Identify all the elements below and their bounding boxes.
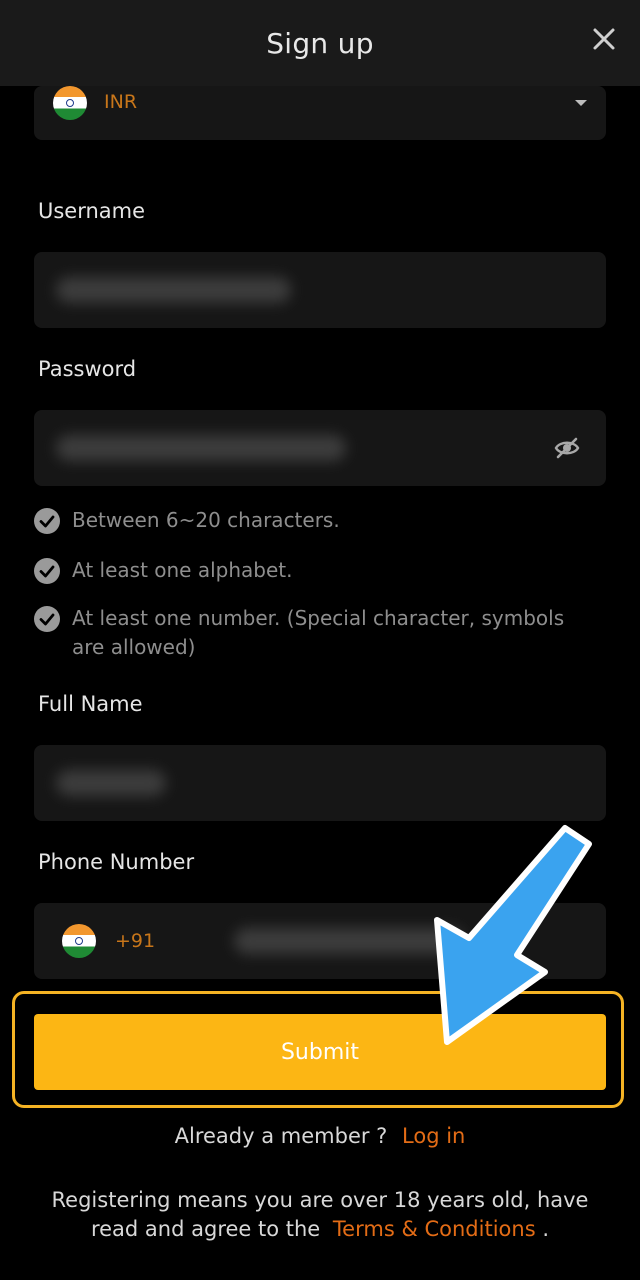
dropdown-caret-icon: [575, 100, 587, 106]
redacted-username: [56, 277, 291, 303]
india-flag-icon: [53, 86, 87, 120]
password-input[interactable]: [34, 410, 606, 486]
requirement-number: At least one number. (Special character,…: [34, 604, 572, 662]
full-name-input[interactable]: [34, 745, 606, 821]
terms-link[interactable]: Terms & Conditions: [333, 1217, 536, 1241]
requirement-text: At least one number. (Special character,…: [72, 606, 565, 659]
requirement-text: Between 6~20 characters.: [72, 508, 340, 532]
legal-end: .: [542, 1217, 550, 1241]
username-input[interactable]: [34, 252, 606, 328]
modal-header: Sign up: [0, 0, 640, 86]
submit-label: Submit: [280, 1039, 360, 1065]
login-prompt: Already a member ? Log in: [0, 1124, 640, 1148]
password-label: Password: [38, 357, 137, 381]
close-icon[interactable]: [590, 25, 618, 53]
redacted-full-name: [56, 770, 166, 796]
full-name-label: Full Name: [38, 692, 143, 716]
eye-slash-icon[interactable]: [554, 435, 580, 461]
redacted-password: [56, 435, 346, 461]
check-circle-icon: [34, 558, 60, 584]
login-prompt-text: Already a member ?: [174, 1124, 388, 1148]
requirement-length: Between 6~20 characters.: [34, 506, 572, 535]
username-label: Username: [38, 199, 146, 223]
arrow-annotation-icon: [434, 825, 592, 1045]
currency-value: INR: [104, 91, 138, 113]
requirement-text: At least one alphabet.: [72, 558, 293, 582]
india-flag-icon: [62, 924, 96, 958]
requirement-alphabet: At least one alphabet.: [34, 556, 572, 585]
phone-label: Phone Number: [38, 850, 195, 874]
check-circle-icon: [34, 606, 60, 632]
currency-select[interactable]: INR: [34, 86, 606, 140]
check-circle-icon: [34, 508, 60, 534]
page-title: Sign up: [266, 26, 374, 60]
legal-notice: Registering means you are over 18 years …: [40, 1186, 600, 1244]
phone-country-code: +91: [115, 930, 156, 952]
login-link[interactable]: Log in: [402, 1124, 465, 1148]
